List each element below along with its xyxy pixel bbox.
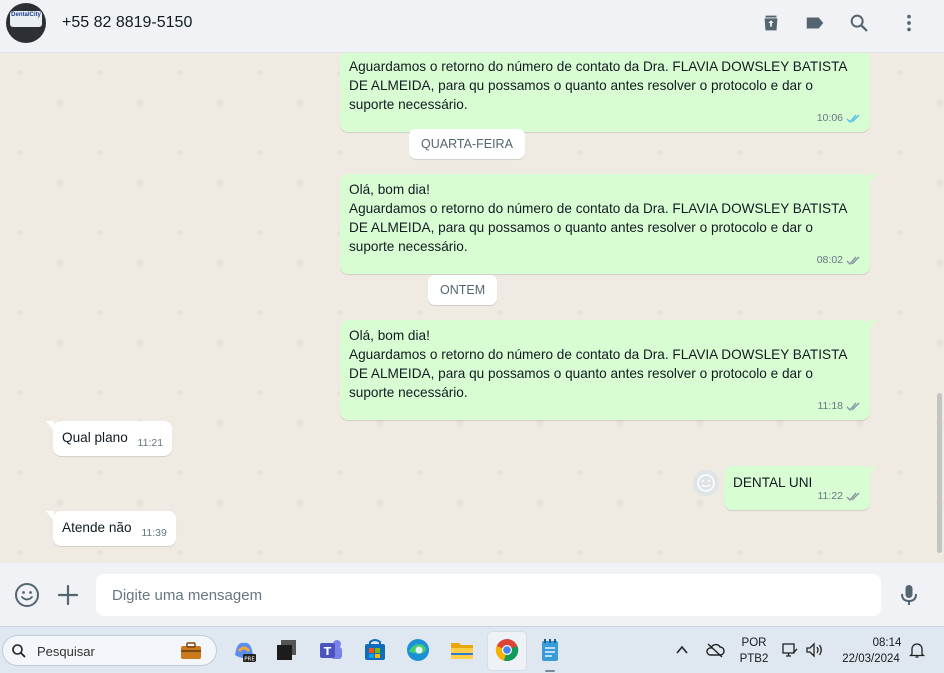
message-time: 11:18	[817, 400, 844, 412]
message-text: DENTAL UNI	[733, 475, 813, 490]
chat-header: DentalCity +55 82 8819-5150	[0, 0, 944, 53]
avatar-logo: DentalCity	[10, 11, 42, 27]
contact-avatar[interactable]: DentalCity	[6, 3, 46, 43]
bubble-tail	[869, 466, 877, 476]
chat-area[interactable]: Aguardamos o retorno do número de contat…	[0, 53, 944, 563]
message-outgoing[interactable]: Olá, bom dia! Aguardamos o retorno do nú…	[340, 320, 877, 420]
double-check-icon	[846, 402, 860, 411]
volume-icon[interactable]	[805, 641, 825, 659]
plus-icon[interactable]	[55, 582, 81, 608]
svg-text:PRE: PRE	[244, 657, 255, 663]
notepad-icon[interactable]	[537, 637, 563, 663]
running-indicator	[545, 670, 555, 672]
message-time: 10:06	[816, 112, 843, 124]
double-check-icon	[846, 256, 860, 265]
avatar-logo-text: DentalCity	[11, 12, 41, 18]
task-view-icon[interactable]	[274, 637, 300, 663]
briefcase-icon	[181, 642, 201, 659]
bubble-tail	[869, 320, 877, 330]
bubble-tail	[46, 511, 54, 521]
message-input[interactable]	[96, 574, 881, 616]
message-text: Qual plano	[62, 430, 128, 445]
chrome-icon[interactable]	[494, 637, 520, 663]
sender-avatar-icon[interactable]	[693, 470, 719, 496]
windows-taskbar: Pesquisar PRE T POR PTB2 08:14 22/03/202…	[0, 626, 944, 673]
double-check-icon	[846, 492, 860, 501]
message-text: Aguardamos o retorno do número de contat…	[349, 201, 847, 254]
network-monitor-icon[interactable]	[781, 641, 799, 659]
svg-text:T: T	[324, 645, 332, 658]
date-chip: ONTEM	[428, 275, 498, 305]
message-incoming[interactable]: Qual plano 11:21	[46, 421, 173, 456]
bubble-tail	[869, 174, 877, 184]
bubble-tail	[46, 421, 54, 431]
file-explorer-icon[interactable]	[449, 637, 475, 663]
message-time: 08:02	[816, 254, 843, 266]
message-meta: 08:02	[817, 251, 862, 270]
message-incoming[interactable]: Atende não 11:39	[46, 511, 176, 546]
message-outgoing[interactable]: DENTAL UNI 11:22	[724, 466, 877, 510]
taskbar-search[interactable]: Pesquisar	[2, 635, 217, 666]
message-text: Atende não	[62, 520, 132, 535]
store-icon[interactable]	[362, 637, 388, 663]
copilot-icon[interactable]: PRE	[231, 637, 257, 663]
search-icon	[12, 644, 26, 658]
message-text: Aguardamos o retorno do número de contat…	[349, 59, 847, 112]
cloud-offline-icon[interactable]	[705, 642, 725, 658]
label-icon[interactable]	[804, 12, 826, 34]
message-greeting: Olá, bom dia!	[349, 328, 430, 343]
taskbar-time[interactable]: 08:14	[861, 637, 913, 649]
teams-icon[interactable]: T	[318, 637, 344, 663]
message-meta: 11:18	[818, 397, 863, 416]
message-greeting: Olá, bom dia!	[349, 182, 430, 197]
microphone-icon[interactable]	[896, 582, 922, 608]
message-time: 11:21	[137, 437, 164, 449]
taskbar-search-label: Pesquisar	[37, 644, 95, 659]
chat-scrollbar[interactable]	[937, 393, 942, 553]
menu-icon[interactable]	[898, 12, 920, 34]
message-time: 11:22	[817, 490, 844, 502]
archive-icon[interactable]	[760, 12, 782, 34]
emoji-icon[interactable]	[14, 582, 40, 608]
message-composer	[0, 563, 944, 626]
message-time: 11:39	[141, 527, 167, 539]
language-code[interactable]: POR	[738, 637, 770, 649]
message-meta: 11:22	[818, 487, 863, 506]
double-check-read-icon	[846, 114, 860, 123]
bell-icon[interactable]	[909, 642, 925, 659]
edge-icon[interactable]	[405, 637, 431, 663]
taskbar-date[interactable]: 22/03/2024	[836, 653, 906, 665]
message-meta: 10:06	[817, 109, 862, 128]
message-outgoing[interactable]: Olá, bom dia! Aguardamos o retorno do nú…	[340, 174, 877, 274]
keyboard-layout[interactable]: PTB2	[736, 653, 772, 665]
message-outgoing[interactable]: Aguardamos o retorno do número de contat…	[340, 53, 870, 132]
search-icon[interactable]	[848, 12, 870, 34]
date-chip: QUARTA-FEIRA	[409, 129, 525, 159]
contact-name[interactable]: +55 82 8819-5150	[62, 14, 192, 32]
chevron-up-icon[interactable]	[675, 644, 689, 656]
message-text: Aguardamos o retorno do número de contat…	[349, 347, 847, 400]
